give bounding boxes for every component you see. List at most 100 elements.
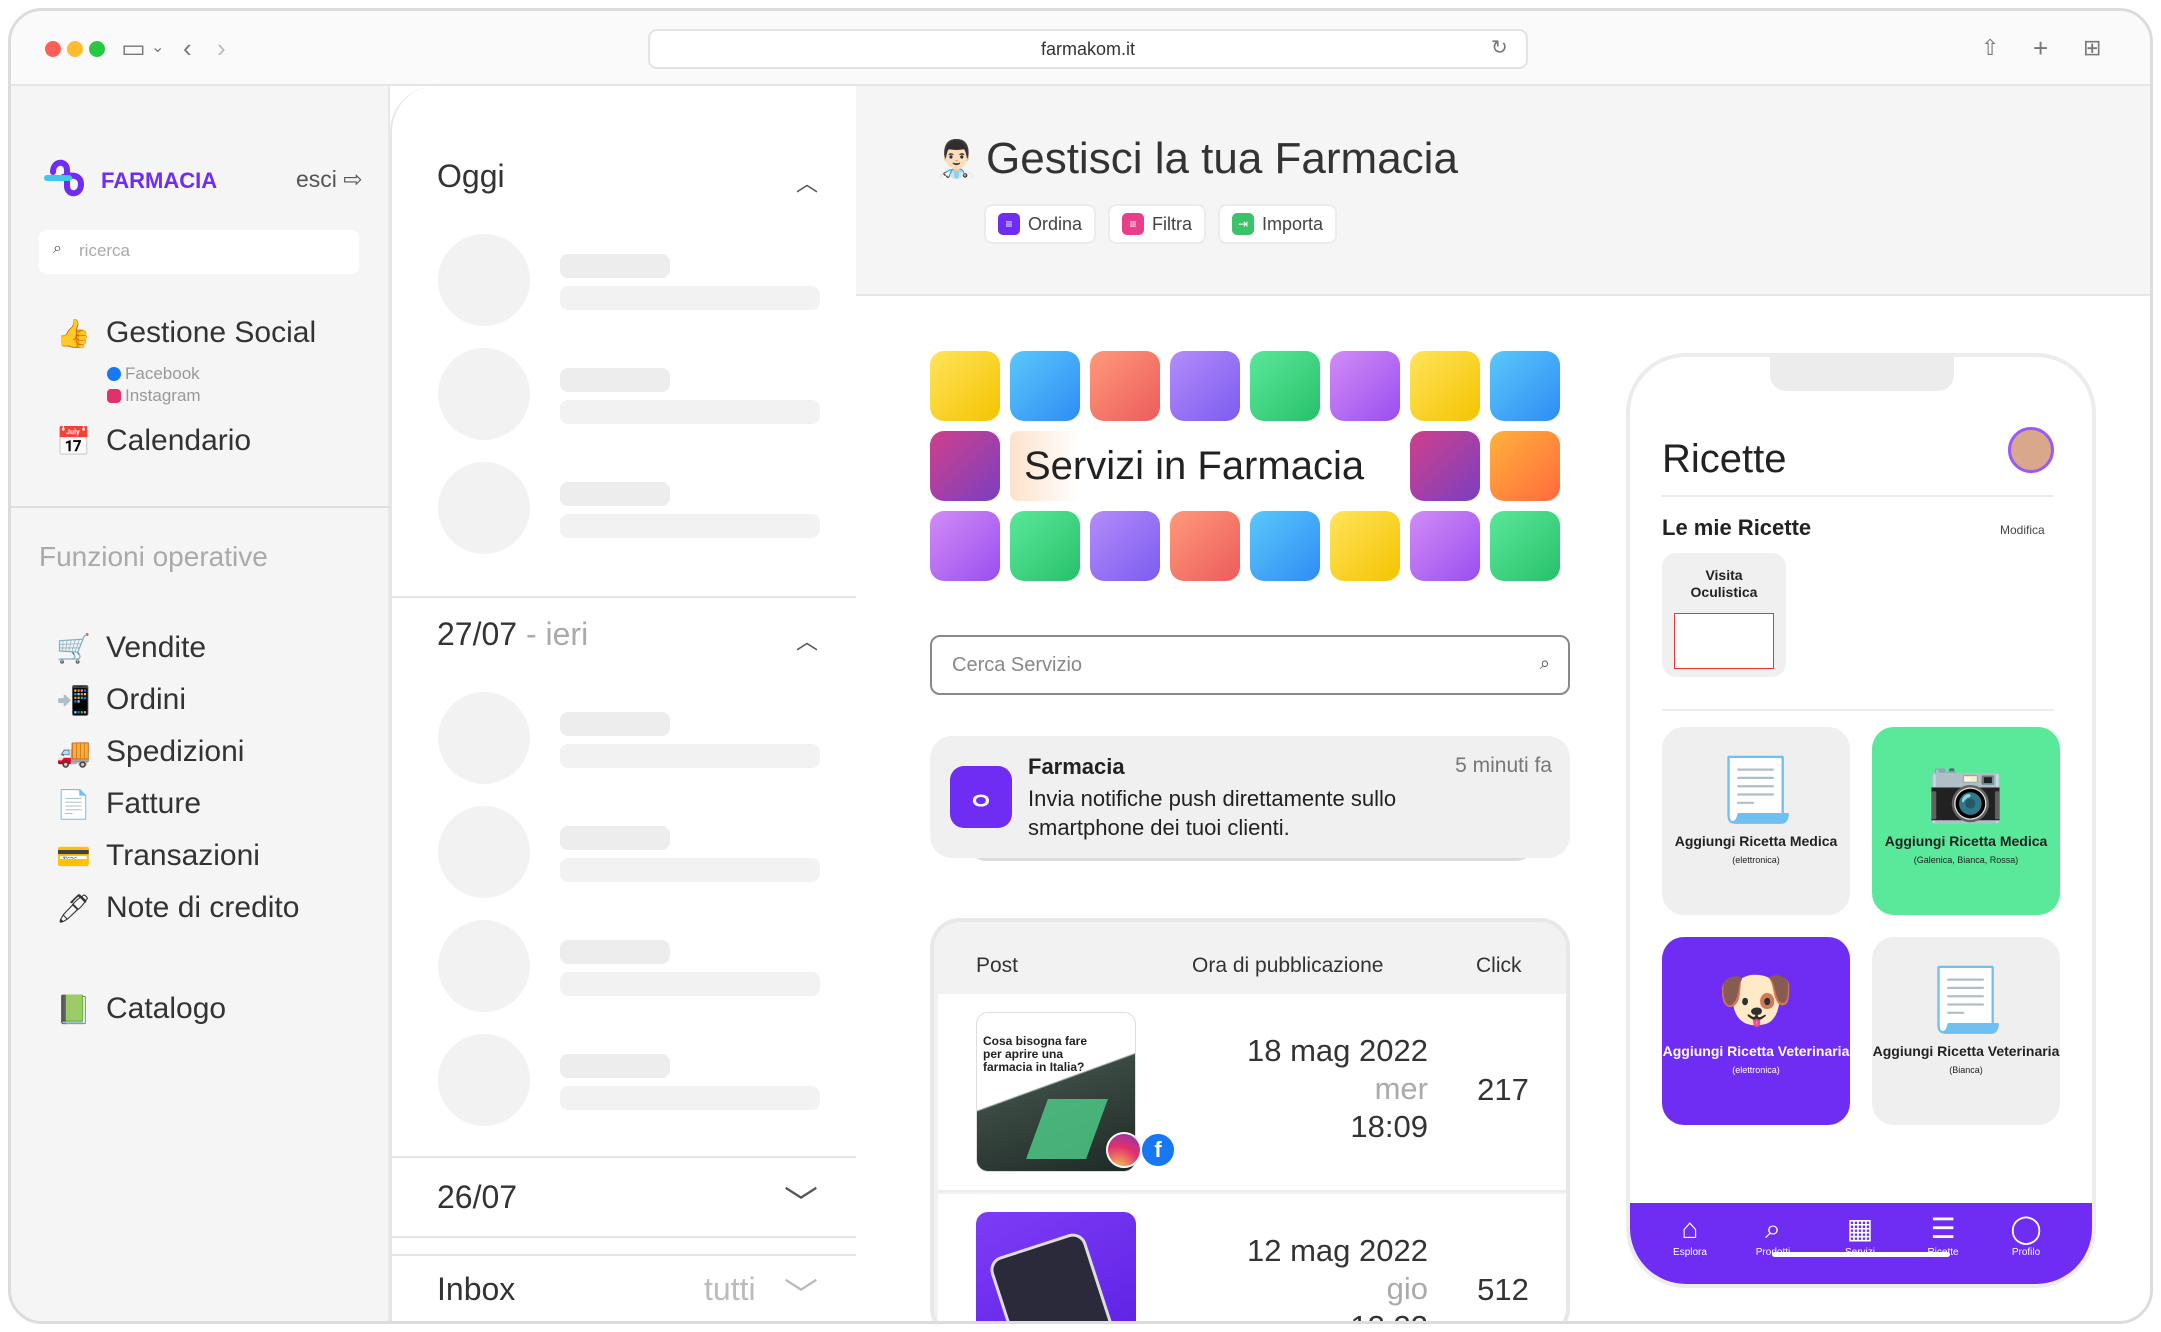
sidebar-search-input[interactable]: ⌕ ricerca <box>39 230 359 274</box>
skeleton-line <box>560 400 820 424</box>
tab-ricette[interactable]: ☰ Ricette <box>1903 1211 1983 1258</box>
back-icon[interactable]: ‹ <box>183 31 192 65</box>
new-tab-icon[interactable]: + <box>2033 31 2048 65</box>
hero-tile <box>930 431 1000 501</box>
section-title: Funzioni operative <box>39 541 268 572</box>
sidebar-item-ordini[interactable]: 📲 Ordini <box>56 683 186 717</box>
hero-tile <box>1490 431 1560 501</box>
push-notification-preview[interactable]: ⴰ Farmacia 5 minuti fa Invia notifiche p… <box>930 736 1570 858</box>
sidebar-item-transazioni[interactable]: 💳 Transazioni <box>56 839 260 873</box>
logout-link[interactable]: esci ⇨ <box>296 166 363 193</box>
hero-tile <box>1490 351 1560 421</box>
filter-button[interactable]: ≡ Filtra <box>1108 204 1206 244</box>
maximize-window-button[interactable] <box>89 41 105 57</box>
group-title-ieri[interactable]: 27/07 - ieri <box>437 616 588 653</box>
minimize-window-button[interactable] <box>67 41 83 57</box>
tab-servizi[interactable]: ▦ Servizi <box>1820 1211 1900 1258</box>
group-title-2607[interactable]: 26/07 <box>437 1179 517 1216</box>
chevron-down-icon[interactable]: ﹀ <box>784 1176 818 1225</box>
search-icon: ⌕ <box>1765 1213 1781 1244</box>
tab-profilo[interactable]: ◯ Profilo <box>1986 1211 2066 1258</box>
book-icon: 📗 <box>56 993 91 1025</box>
cart-icon: 🛒 <box>56 632 91 664</box>
add-vet-paper-prescription-card[interactable]: 📃 Aggiungi Ricetta Veterinaria (Bianca) <box>1872 937 2060 1125</box>
sidebar-item-note-di-credito[interactable]: 🖊 Note di credito <box>56 891 299 925</box>
hero-tile <box>1170 511 1240 581</box>
hero-tile <box>1090 351 1160 421</box>
browser-window: ▭ ⌄ ‹ › farmakom.it ↻ ⇧ + ⊞ FARMACIA esc… <box>8 8 2153 1324</box>
reload-icon[interactable]: ↻ <box>1491 31 1508 65</box>
sidebar-toggle-icon[interactable]: ▭ <box>121 31 146 65</box>
group-divider <box>392 1254 858 1256</box>
service-search-input[interactable]: Cerca Servizio ⌕ <box>930 635 1570 695</box>
hero-tile <box>1010 351 1080 421</box>
address-bar[interactable]: farmakom.it <box>648 29 1528 69</box>
add-vet-prescription-card[interactable]: 🐶 Aggiungi Ricetta Veterinaria (elettroni… <box>1662 937 1850 1125</box>
chevron-down-icon[interactable]: ⌄ <box>151 31 164 65</box>
sort-button[interactable]: ≡ Ordina <box>984 204 1097 244</box>
table-row[interactable]: 12 mag 2022 gio 12:22 512 <box>938 1194 1566 1321</box>
chevron-up-icon[interactable]: ︿ <box>796 624 818 656</box>
sidebar-item-label: Calendario <box>106 424 252 457</box>
sidebar-subitem-instagram[interactable]: Instagram <box>107 386 201 406</box>
publish-time: 18:09 <box>1350 1109 1428 1144</box>
posts-table: Post Ora di pubblicazione Click Cosa bis… <box>930 918 1570 1321</box>
publish-day: mer <box>1374 1071 1428 1106</box>
hero-tile <box>930 351 1000 421</box>
forward-icon[interactable]: › <box>217 31 226 65</box>
filter-icon: ≡ <box>1122 213 1144 235</box>
sidebar-item-vendite[interactable]: 🛒 Vendite <box>56 631 206 665</box>
facebook-icon <box>107 367 121 381</box>
add-medical-prescription-card[interactable]: 📃 Aggiungi Ricetta Medica (elettronica) <box>1662 727 1850 915</box>
close-window-button[interactable] <box>45 41 61 57</box>
hero-tile <box>1010 511 1080 581</box>
publish-datetime: 18 mag 2022 mer 18:09 <box>1168 1032 1428 1146</box>
hero-label: Servizi in Farmacia <box>1010 431 1404 501</box>
service-search-placeholder: Cerca Servizio <box>952 654 1083 676</box>
sidebar-item-catalogo[interactable]: 📗 Catalogo <box>56 992 226 1026</box>
sidebar-item-label: Vendite <box>106 631 207 664</box>
tab-prodotti[interactable]: ⌕ Prodotti <box>1733 1211 1813 1258</box>
card-note: (Bianca) <box>1949 1065 1983 1075</box>
chevron-down-icon[interactable]: ﹀ <box>784 1268 818 1317</box>
camera-icon: 📷 <box>1927 756 2005 825</box>
main-panel: 👨🏻‍⚕️ Gestisci la tua Farmacia ≡ Ordina … <box>856 86 2150 1321</box>
search-icon: ⌕ <box>53 240 62 257</box>
sidebar-divider <box>11 506 390 508</box>
import-button[interactable]: ⇥ Importa <box>1218 204 1338 244</box>
sidebar-item-calendario[interactable]: 📅 Calendario <box>56 424 251 458</box>
hero-tile <box>1330 351 1400 421</box>
services-hero[interactable]: Servizi in Farmacia <box>930 351 1570 581</box>
group-divider <box>392 1236 858 1238</box>
sidebar-item-spedizioni[interactable]: 🚚 Spedizioni <box>56 735 244 769</box>
sidebar-subitem-facebook[interactable]: Facebook <box>107 364 200 384</box>
phone-order-icon: 📲 <box>56 684 91 716</box>
user-icon: ◯ <box>2010 1213 2042 1244</box>
publish-date: 12 mag 2022 <box>1247 1233 1428 1268</box>
phone-tab-bar: ⌂ Esplora ⌕ Prodotti ▦ Servizi ☰ Ricette… <box>1630 1203 2092 1284</box>
group-title-oggi[interactable]: Oggi <box>437 158 505 195</box>
chevron-up-icon[interactable]: ︿ <box>796 166 818 198</box>
edit-link[interactable]: Modifica <box>2000 523 2045 537</box>
table-row[interactable]: Cosa bisogna fare per aprire una farmaci… <box>938 994 1566 1192</box>
sidebar-subitem-label: Facebook <box>125 364 200 383</box>
tab-overview-icon[interactable]: ⊞ <box>2083 31 2101 65</box>
tab-esplora[interactable]: ⌂ Esplora <box>1650 1211 1730 1258</box>
skeleton-avatar <box>438 692 530 784</box>
filter-button-label: Filtra <box>1152 213 1192 234</box>
sort-button-label: Ordina <box>1028 213 1083 234</box>
calendar-icon: 📅 <box>56 425 91 457</box>
page-title: Gestisci la tua Farmacia <box>986 134 1458 183</box>
add-paper-prescription-card[interactable]: 📷 Aggiungi Ricetta Medica (Galenica, Bian… <box>1872 727 2060 915</box>
hero-tile <box>1330 511 1400 581</box>
sidebar-item-gestione-social[interactable]: 👍 Gestione Social <box>56 316 316 350</box>
skeleton-line <box>560 744 820 768</box>
share-icon[interactable]: ⇧ <box>1981 31 1999 65</box>
phone-notch <box>1770 357 1954 391</box>
inbox-title[interactable]: Inbox <box>437 1271 515 1308</box>
inbox-title-text: Inbox <box>437 1271 516 1307</box>
avatar[interactable] <box>2008 427 2054 473</box>
recent-prescription-card[interactable]: Visita Oculistica <box>1662 553 1786 677</box>
sidebar-item-fatture[interactable]: 📄 Fatture <box>56 787 201 821</box>
inbox-filter[interactable]: tutti <box>704 1271 756 1308</box>
